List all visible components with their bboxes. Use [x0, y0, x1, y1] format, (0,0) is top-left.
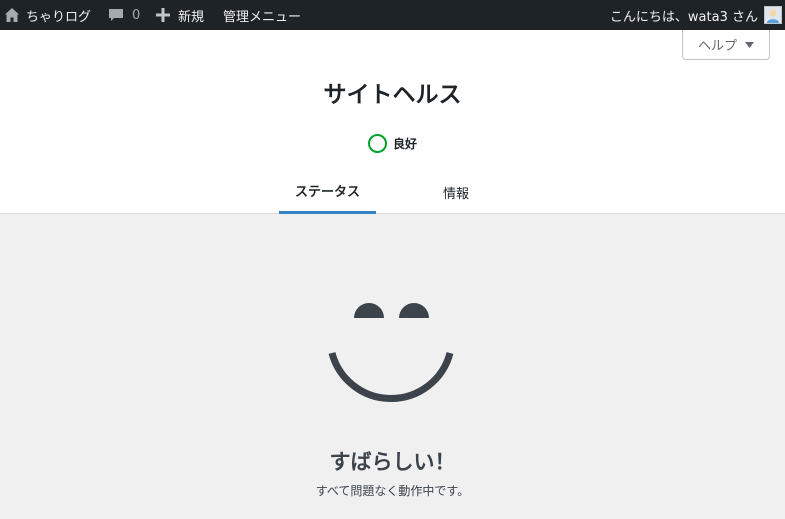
site-health-header: ヘルプ サイトヘルス 良好 ステータス 情報	[0, 30, 785, 214]
admin-bar: ちゃりログ 0 新規 管理メニュー こんにちは、wata3 さん	[0, 0, 785, 30]
help-button[interactable]: ヘルプ	[682, 30, 770, 60]
help-label: ヘルプ	[697, 39, 737, 54]
status-content: すばらしい！ すべて問題なく動作中です。	[0, 214, 785, 519]
greeting-text: こんにちは、wata3 さん	[609, 9, 758, 25]
health-status: 良好	[0, 134, 785, 153]
status-headline: すばらしい！	[329, 450, 456, 474]
good-status-circle-icon	[367, 134, 387, 153]
status-label: 良好	[392, 137, 417, 151]
plus-icon	[156, 8, 170, 22]
tab-status[interactable]: ステータス	[279, 170, 376, 214]
caret-down-icon	[745, 37, 754, 52]
page-title: サイトヘルス	[323, 82, 462, 108]
tab-info[interactable]: 情報	[420, 170, 492, 214]
admin-menu-label: 管理メニュー	[223, 9, 302, 25]
tab-info-label: 情報	[442, 186, 469, 202]
home-icon	[4, 7, 20, 23]
tab-status-label: ステータス	[294, 185, 360, 200]
comment-bubble-icon	[108, 7, 124, 23]
comments-link[interactable]: 0	[108, 0, 140, 30]
admin-menu-link[interactable]: 管理メニュー	[223, 0, 301, 30]
avatar	[764, 6, 782, 24]
my-account-link[interactable]: こんにちは、wata3 さん	[610, 0, 782, 30]
comments-count: 0	[132, 7, 141, 23]
smiley-face-icon	[326, 294, 458, 408]
new-content-link[interactable]: 新規	[156, 0, 204, 30]
site-name: ちゃりログ	[26, 9, 92, 25]
new-label: 新規	[178, 9, 205, 25]
site-home-link[interactable]: ちゃりログ	[4, 0, 91, 30]
status-subline: すべて問題なく動作中です。	[315, 484, 470, 498]
